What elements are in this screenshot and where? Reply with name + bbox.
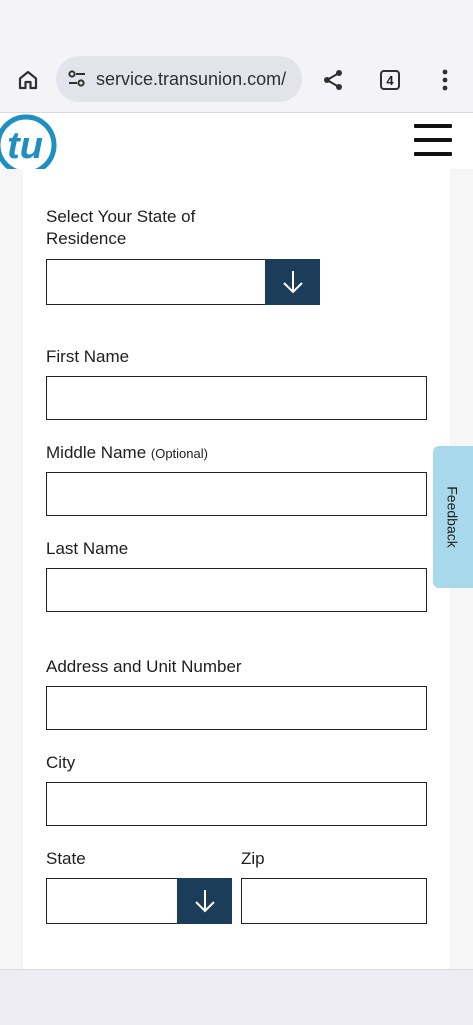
address-bar[interactable]: service.transunion.com/ [56, 56, 302, 102]
address-label: Address and Unit Number [46, 657, 242, 676]
browser-toolbar: service.transunion.com/ 4 [0, 48, 473, 113]
status-bar [0, 0, 473, 48]
city-label: City [46, 753, 76, 772]
optional-tag: (Optional) [150, 446, 208, 461]
city-input[interactable] [46, 782, 427, 826]
transunion-logo[interactable]: tu [0, 113, 66, 169]
middle-name-label: Middle Name (Optional) [46, 443, 208, 462]
first-name-label: First Name [46, 347, 130, 366]
site-header: tu [0, 113, 473, 169]
state-value[interactable] [46, 878, 177, 924]
logo-text: tu [7, 125, 43, 167]
state-of-residence-select[interactable] [46, 259, 320, 305]
state-label: State [46, 849, 86, 868]
state-of-residence-label: Select Your State of Residence [46, 207, 196, 248]
last-name-label: Last Name [46, 539, 129, 558]
tab-switcher-button[interactable]: 4 [372, 62, 408, 98]
middle-name-input[interactable] [46, 472, 427, 516]
zip-label: Zip [241, 849, 265, 868]
hamburger-menu-icon[interactable] [414, 124, 452, 156]
state-dropdown-button[interactable] [177, 878, 232, 924]
feedback-tab[interactable]: Feedback [433, 446, 473, 588]
url-text: service.transunion.com/ [96, 68, 287, 89]
bottom-bar [0, 969, 473, 1025]
more-menu-icon[interactable] [427, 62, 463, 98]
arrow-down-icon [282, 271, 303, 294]
last-name-input[interactable] [46, 568, 427, 612]
tab-count: 4 [380, 70, 400, 90]
first-name-input[interactable] [46, 376, 427, 420]
address-input[interactable] [46, 686, 427, 730]
home-icon[interactable] [10, 62, 46, 98]
state-of-residence-dropdown-button[interactable] [265, 259, 320, 305]
state-of-residence-value[interactable] [46, 259, 265, 305]
site-settings-icon[interactable] [66, 68, 88, 90]
zip-input[interactable] [241, 878, 427, 924]
arrow-down-icon [194, 890, 215, 913]
share-icon[interactable] [315, 62, 351, 98]
state-select[interactable] [46, 878, 232, 924]
feedback-label: Feedback [445, 486, 462, 548]
